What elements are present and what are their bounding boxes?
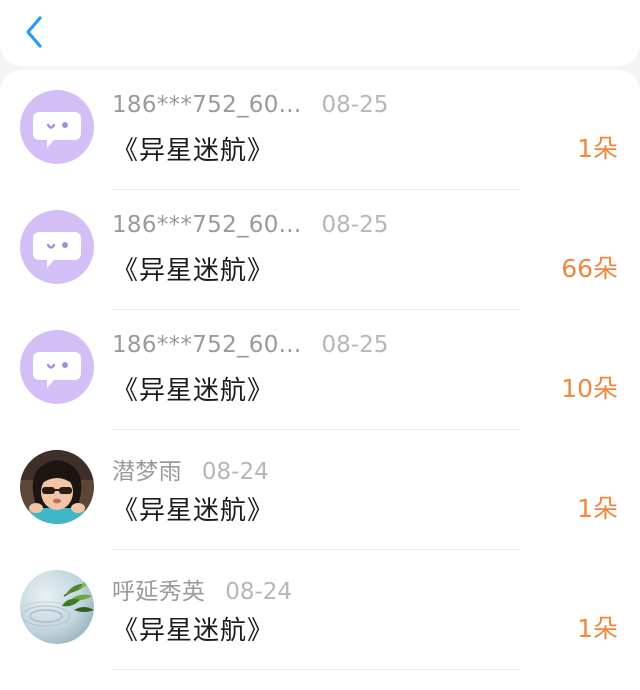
user-photo bbox=[20, 570, 94, 644]
gift-record-list: 186***752_60... 08-25 《异星迷航》 1朵 186***75… bbox=[0, 70, 640, 690]
user-photo bbox=[20, 450, 94, 524]
chevron-left-icon bbox=[26, 16, 42, 48]
user-avatar bbox=[20, 570, 94, 644]
flower-count: 66朵 bbox=[561, 254, 618, 283]
record-date: 08-25 bbox=[321, 212, 389, 238]
back-button[interactable] bbox=[14, 12, 54, 52]
list-item[interactable]: 186***752_60... 08-25 《异星迷航》 10朵 bbox=[0, 310, 640, 430]
default-avatar bbox=[20, 330, 94, 404]
chat-bubble-icon bbox=[20, 90, 94, 164]
top-navigation-bar bbox=[0, 0, 640, 66]
record-date: 08-24 bbox=[225, 579, 293, 605]
user-name: 潜梦雨 bbox=[112, 459, 182, 485]
book-title: 《异星迷航》 bbox=[112, 376, 275, 406]
flower-count: 1朵 bbox=[577, 494, 618, 523]
user-name: 186***752_60... bbox=[112, 92, 302, 118]
book-title: 《异星迷航》 bbox=[112, 496, 275, 526]
user-name: 呼延秀英 bbox=[112, 579, 206, 605]
user-name: 186***752_60... bbox=[112, 212, 302, 238]
list-item[interactable]: 186***752_60... 08-25 《异星迷航》 66朵 bbox=[0, 190, 640, 310]
record-date: 08-25 bbox=[321, 92, 389, 118]
book-title: 《异星迷航》 bbox=[112, 616, 275, 646]
default-avatar bbox=[20, 90, 94, 164]
default-avatar bbox=[20, 210, 94, 284]
list-item[interactable]: 呼延秀英 08-24 《异星迷航》 1朵 bbox=[0, 550, 640, 670]
user-avatar bbox=[20, 450, 94, 524]
flower-count: 1朵 bbox=[577, 134, 618, 163]
chat-bubble-icon bbox=[20, 330, 94, 404]
list-item[interactable]: 潜梦雨 08-24 《异星迷航》 1朵 bbox=[0, 430, 640, 550]
book-title: 《异星迷航》 bbox=[112, 136, 275, 166]
chat-bubble-icon bbox=[20, 210, 94, 284]
user-name: 186***752_60... bbox=[112, 332, 302, 358]
book-title: 《异星迷航》 bbox=[112, 256, 275, 286]
record-date: 08-25 bbox=[321, 332, 389, 358]
list-item[interactable]: 186***752_60... 08-25 《异星迷航》 1朵 bbox=[0, 70, 640, 190]
record-date: 08-24 bbox=[201, 459, 269, 485]
divider bbox=[112, 669, 520, 670]
flower-count: 10朵 bbox=[561, 374, 618, 403]
flower-count: 1朵 bbox=[577, 614, 618, 643]
